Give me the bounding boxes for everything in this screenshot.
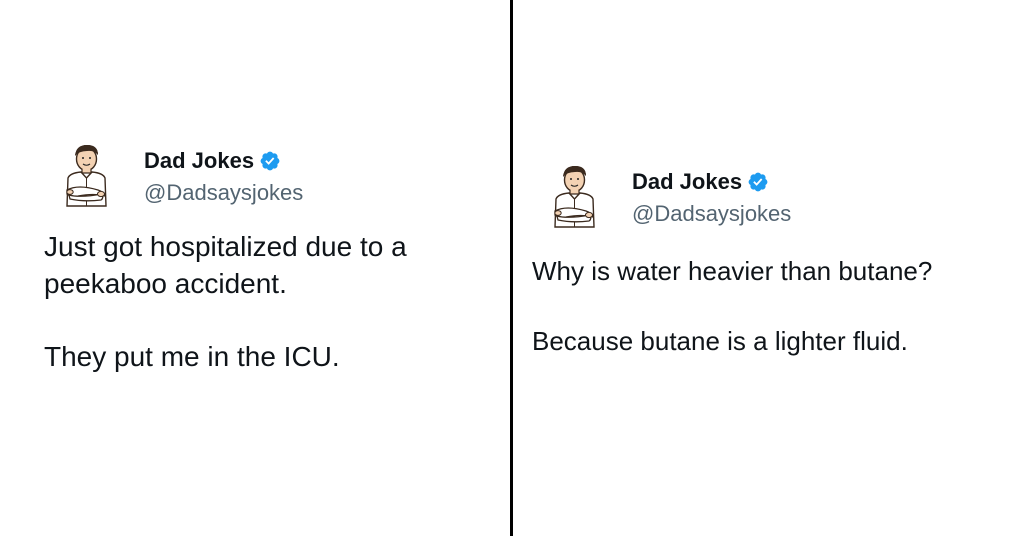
author-handle[interactable]: @Dadsaysjokes <box>632 200 791 228</box>
tweet-card-right[interactable]: Dad Jokes @Dadsaysjokes Why is water hea… <box>532 163 1012 359</box>
author-display-name[interactable]: Dad Jokes <box>632 169 742 195</box>
avatar[interactable] <box>546 163 602 229</box>
tweet-text: Just got hospitalized due to a peekaboo … <box>44 228 484 375</box>
tweet-header: Dad Jokes @Dadsaysjokes <box>44 142 484 208</box>
avatar[interactable] <box>58 142 114 208</box>
tweet-text-line: Because butane is a lighter fluid. <box>532 326 908 356</box>
tweet-text-line: They put me in the ICU. <box>44 341 340 372</box>
author-info: Dad Jokes @Dadsaysjokes <box>144 142 303 207</box>
tweet-text-line: Just got hospitalized due to a <box>44 231 407 262</box>
tweet-card-left[interactable]: Dad Jokes @Dadsaysjokes Just got hospita… <box>44 142 484 375</box>
name-row: Dad Jokes <box>632 169 791 195</box>
panel-divider <box>510 0 513 536</box>
verified-badge-icon <box>748 172 768 192</box>
author-display-name[interactable]: Dad Jokes <box>144 148 254 174</box>
tweet-text: Why is water heavier than butane? Becaus… <box>532 253 1012 359</box>
name-row: Dad Jokes <box>144 148 303 174</box>
verified-badge-icon <box>260 151 280 171</box>
author-handle[interactable]: @Dadsaysjokes <box>144 179 303 207</box>
tweet-text-line: peekaboo accident. <box>44 268 287 299</box>
tweet-text-line: Why is water heavier than butane? <box>532 256 933 286</box>
tweet-header: Dad Jokes @Dadsaysjokes <box>532 163 1012 229</box>
author-info: Dad Jokes @Dadsaysjokes <box>632 163 791 228</box>
